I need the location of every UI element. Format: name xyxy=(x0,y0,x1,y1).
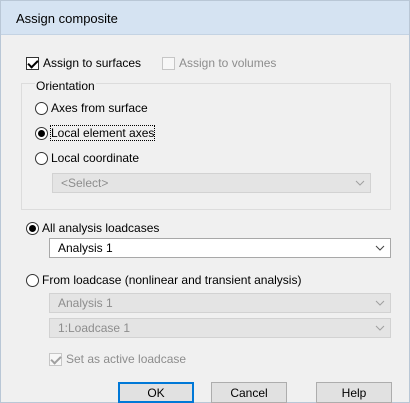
radio-button[interactable] xyxy=(35,101,48,115)
local-coordinate-label: Local coordinate xyxy=(51,151,140,165)
set-active-loadcase-checkbox[interactable]: Set as active loadcase xyxy=(49,352,186,366)
radio-axes-from-surface[interactable]: Axes from surface xyxy=(35,101,148,115)
radio-button[interactable] xyxy=(35,126,48,140)
help-button[interactable]: Help xyxy=(316,382,392,403)
loadcase-select[interactable]: 1:Loadcase 1 xyxy=(49,318,391,338)
assign-to-volumes-label: Assign to volumes xyxy=(179,56,277,70)
window-title: Assign composite xyxy=(16,11,118,26)
coordinate-select[interactable]: <Select> xyxy=(52,173,371,193)
radio-all-analysis-loadcases[interactable]: All analysis loadcases xyxy=(26,221,159,235)
checkbox-box[interactable] xyxy=(162,56,175,70)
coordinate-select-value: <Select> xyxy=(61,176,109,190)
radio-local-coordinate[interactable]: Local coordinate xyxy=(35,151,139,165)
checkbox-box[interactable] xyxy=(49,352,62,366)
chevron-down-icon xyxy=(375,298,385,308)
assign-to-surfaces-label: Assign to surfaces xyxy=(43,56,142,70)
analysis-select[interactable]: Analysis 1 xyxy=(49,238,391,258)
ok-button[interactable]: OK xyxy=(118,382,194,403)
from-loadcase-label: From loadcase (nonlinear and transient a… xyxy=(42,273,302,287)
chevron-down-icon xyxy=(375,243,385,253)
assign-to-volumes-checkbox[interactable]: Assign to volumes xyxy=(162,56,276,70)
assign-to-surfaces-checkbox[interactable]: Assign to surfaces xyxy=(26,56,141,70)
radio-button[interactable] xyxy=(35,151,48,165)
radio-local-element-axes[interactable]: Local element axes xyxy=(35,125,156,141)
set-active-loadcase-label: Set as active loadcase xyxy=(66,352,187,366)
radio-from-loadcase[interactable]: From loadcase (nonlinear and transient a… xyxy=(26,273,301,287)
cancel-button[interactable]: Cancel xyxy=(211,382,287,403)
from-analysis-select-value: Analysis 1 xyxy=(58,296,113,310)
axes-from-surface-label: Axes from surface xyxy=(51,101,148,115)
radio-button[interactable] xyxy=(26,273,39,287)
chevron-down-icon xyxy=(375,323,385,333)
checkbox-box[interactable] xyxy=(26,56,39,70)
radio-button[interactable] xyxy=(26,221,39,235)
all-analysis-loadcases-label: All analysis loadcases xyxy=(42,221,160,235)
analysis-select-value: Analysis 1 xyxy=(58,241,113,255)
chevron-down-icon xyxy=(355,178,365,188)
assign-composite-dialog: Assign composite Assign to surfaces Assi… xyxy=(0,0,410,403)
from-analysis-select[interactable]: Analysis 1 xyxy=(49,293,391,313)
orientation-group-title: Orientation xyxy=(35,79,96,93)
local-element-axes-label: Local element axes xyxy=(49,125,156,141)
title-bar: Assign composite xyxy=(1,1,409,35)
loadcase-select-value: 1:Loadcase 1 xyxy=(58,321,131,335)
